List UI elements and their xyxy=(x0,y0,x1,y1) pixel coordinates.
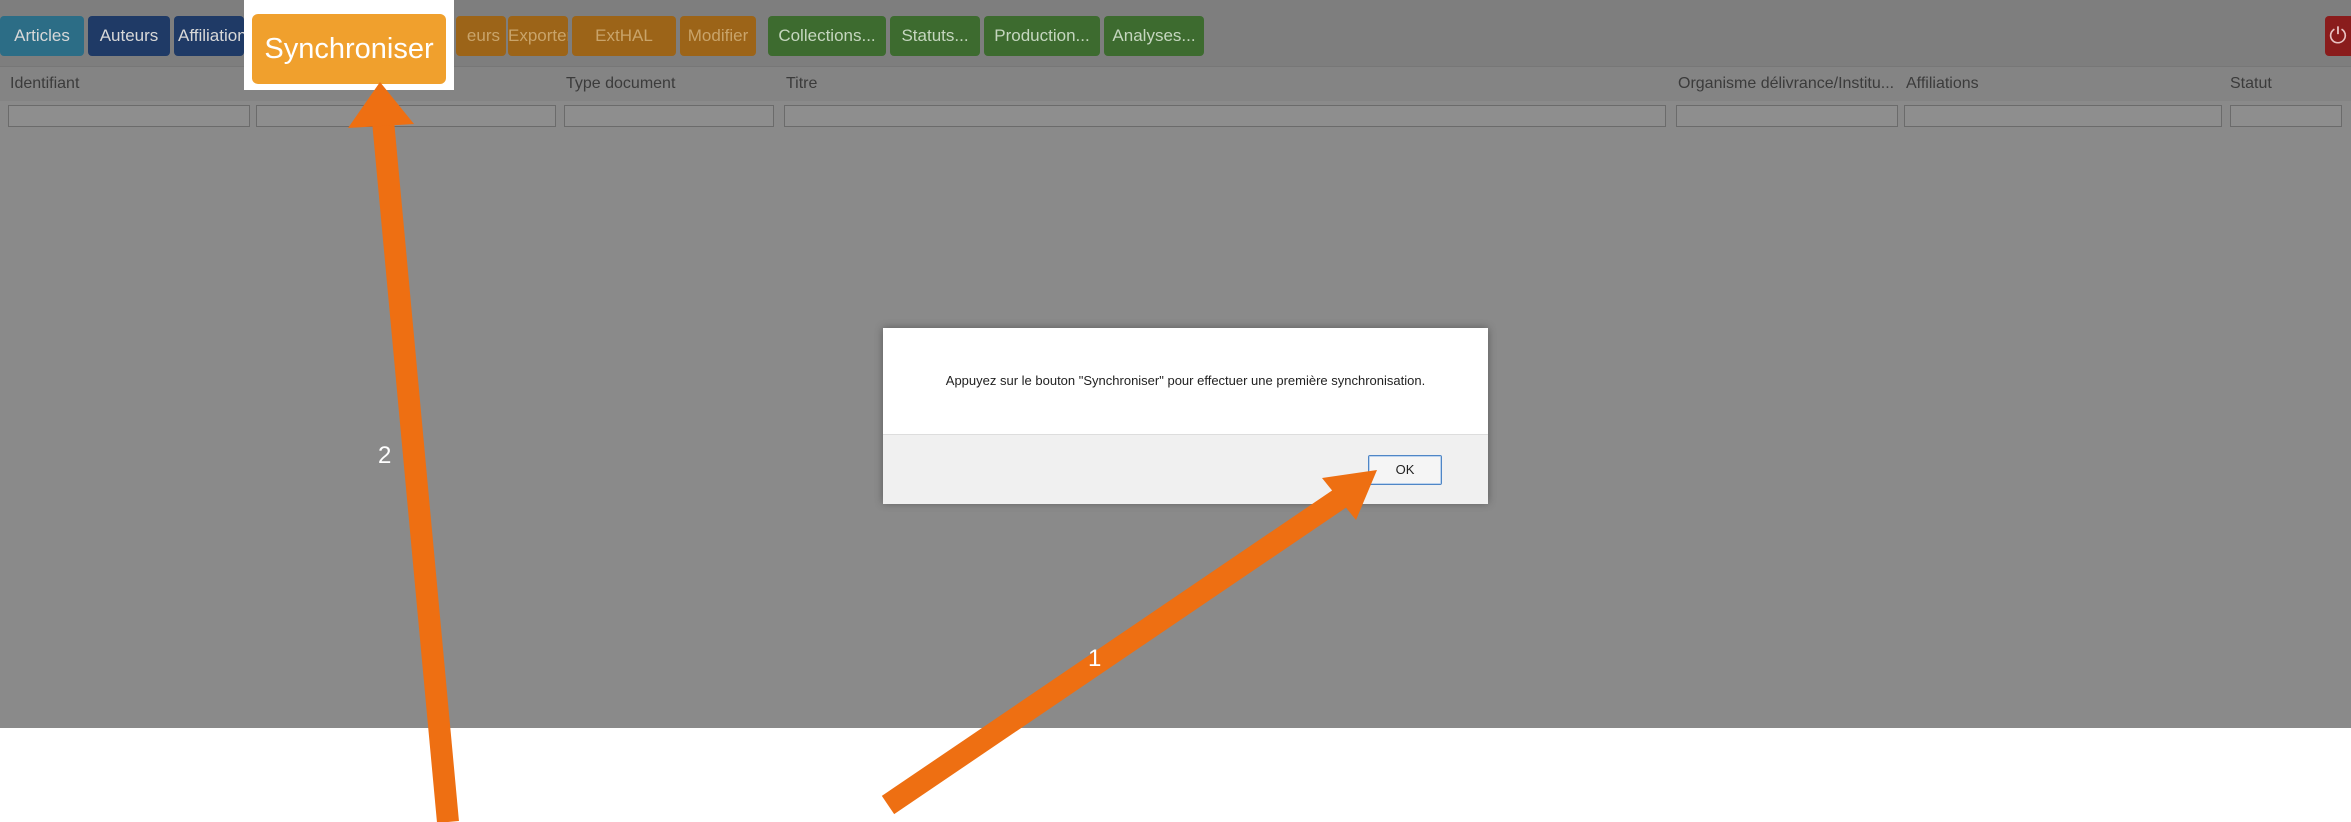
annotation-arrows xyxy=(348,82,1377,822)
arrow-1-label: 1 xyxy=(1088,645,1102,672)
arrow-2-head xyxy=(348,82,414,128)
arrow-1-shaft xyxy=(881,483,1355,815)
arrow-2-label: 2 xyxy=(378,442,392,469)
arrow-2-shaft xyxy=(371,108,459,822)
